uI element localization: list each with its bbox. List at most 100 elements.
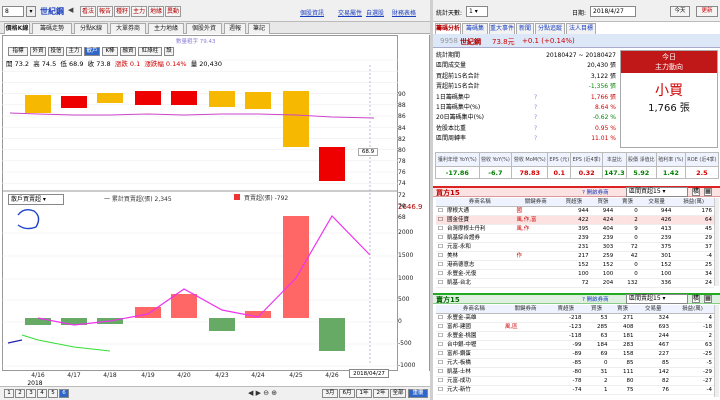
table-row[interactable]: ☐ 永豐金-光復 100 100 0 100 34 <box>436 269 714 279</box>
top-tab-2[interactable]: 種籽 <box>114 6 130 17</box>
prev-arrow-icon[interactable]: ◀ <box>68 6 76 17</box>
buy-expand-icon[interactable]: 橫 <box>692 188 700 196</box>
right-tab-2[interactable]: 重大事件 <box>489 23 515 34</box>
buy-scrollbar[interactable] <box>714 198 719 286</box>
column-header[interactable]: 損益(萬) <box>671 305 714 314</box>
row-checkbox[interactable]: ☐ <box>436 260 445 270</box>
row-checkbox[interactable]: ☐ <box>436 358 445 368</box>
sell-query-link[interactable]: ? 開啟券商 <box>582 295 609 303</box>
table-row[interactable]: ☐ 凱基-士林 -80 31 111 142 -29 <box>436 367 714 377</box>
row-checkbox[interactable]: ☐ <box>436 385 445 395</box>
table-row[interactable]: ☐ 元大-新竹 -74 1 75 76 -4 <box>436 385 714 395</box>
help-icon[interactable]: ? <box>534 113 537 122</box>
top-link-1[interactable]: 交易屬性 <box>338 8 362 17</box>
row-checkbox[interactable]: ☐ <box>436 206 445 216</box>
row-checkbox[interactable]: ☐ <box>436 242 445 252</box>
row-checkbox[interactable]: ☐ <box>436 367 445 377</box>
sell-select[interactable]: 區間賣超15 ▾ <box>626 294 688 304</box>
page-button-4[interactable]: 5 <box>48 389 58 398</box>
sell-grid-icon[interactable]: ▦ <box>704 295 712 303</box>
right-tab-4[interactable]: 分點追蹤 <box>535 23 565 34</box>
table-row[interactable]: ☐ 台灣摩根士丹利 風,作 395 404 9 413 45 <box>436 224 714 234</box>
period-button-1[interactable]: 6月 <box>339 389 355 398</box>
chart-tab-4[interactable]: 主力地緣 <box>148 23 184 34</box>
right-tab-1[interactable]: 籌碼集 <box>462 23 488 34</box>
today-button-2[interactable]: 今天 <box>670 6 690 17</box>
buy-grid-icon[interactable]: ▦ <box>704 188 712 196</box>
chart-tab-0[interactable]: 價格K線 <box>4 23 30 34</box>
indicator-button-1[interactable]: 外資 <box>30 47 46 56</box>
chart-tab-7[interactable]: 筆記 <box>248 23 270 34</box>
table-row[interactable]: ☐ 凱基-台北 72 204 132 336 24 <box>436 278 714 288</box>
column-header[interactable]: 買張 <box>590 198 616 207</box>
top-tab-4[interactable]: 地緣 <box>148 6 164 17</box>
buy-query-link[interactable]: ? 開啟券商 <box>582 188 609 196</box>
top-link-0[interactable]: 個股資訊 <box>300 8 324 17</box>
row-checkbox[interactable]: ☐ <box>436 269 445 279</box>
table-row[interactable]: ☐ 富邦-建國 風,區 -123 285 408 693 -18 <box>436 322 714 332</box>
row-checkbox[interactable]: ☐ <box>436 224 445 234</box>
table-row[interactable]: ☐ 元富-永和 231 303 72 375 37 <box>436 242 714 252</box>
chart-tab-3[interactable]: 大單券商 <box>110 23 146 34</box>
column-header[interactable]: 券商名稱 <box>444 305 503 314</box>
indicator-select[interactable]: 散戶買賣超 ▾ <box>8 194 64 205</box>
chart-tab-5[interactable]: 個股外資 <box>186 23 222 34</box>
row-checkbox[interactable]: ☐ <box>436 251 445 261</box>
chart-tab-2[interactable]: 分點K線 <box>74 23 108 34</box>
indicator-button-6[interactable]: 融資 <box>120 47 136 56</box>
help-icon[interactable]: ? <box>534 93 537 102</box>
date-input[interactable]: 2018/4/27 <box>590 6 636 17</box>
table-row[interactable]: ☐ 摩根大通國 944 944 0 944 176 <box>436 206 714 216</box>
period-button-0[interactable]: 3月 <box>322 389 338 398</box>
indicator-button-7[interactable]: 紅綠柱 <box>138 47 162 56</box>
top-tab-1[interactable]: 報告 <box>97 6 113 17</box>
confirm-button[interactable]: 重覆 <box>408 389 428 398</box>
row-checkbox[interactable]: ☐ <box>436 313 445 323</box>
column-header[interactable]: 交易量 <box>635 305 672 314</box>
stock-code-input[interactable]: 8 <box>2 6 24 17</box>
column-header[interactable]: 損益(萬) <box>673 198 714 207</box>
page-button-2[interactable]: 3 <box>26 389 36 398</box>
zoom-controls[interactable]: ◀ ▶ ⊖ ⊕ <box>248 389 277 397</box>
table-row[interactable]: ☐ 凱基綜合證券 239 239 0 239 29 <box>436 233 714 243</box>
chart-tab-6[interactable]: 週報 <box>224 23 246 34</box>
table-row[interactable]: ☐ 富邦-鑽蛋 -89 69 158 227 -25 <box>436 349 714 359</box>
settings-icon[interactable]: 設 <box>164 47 174 56</box>
column-header[interactable]: 賣超張 <box>547 305 584 314</box>
sell-expand-icon[interactable]: 橫 <box>692 295 700 303</box>
row-checkbox[interactable]: ☐ <box>436 278 445 288</box>
column-header[interactable]: 交易量 <box>639 198 674 207</box>
sell-scrollbar[interactable] <box>714 305 719 397</box>
indicator-button-2[interactable]: 投信 <box>48 47 64 56</box>
column-header[interactable]: 買張 <box>583 305 610 314</box>
column-header[interactable]: 賣張 <box>609 305 636 314</box>
row-checkbox[interactable]: ☐ <box>436 322 445 332</box>
refresh-button[interactable]: 更新 <box>696 6 718 17</box>
table-row[interactable]: ☐ 美林作 217 259 42 301 -4 <box>436 251 714 261</box>
column-header[interactable]: 買超張 <box>557 198 591 207</box>
page-button-5[interactable]: 6 <box>59 389 69 398</box>
top-tab-3[interactable]: 主力 <box>131 6 147 17</box>
top-tab-0[interactable]: 看法 <box>80 6 96 17</box>
row-checkbox[interactable]: ☐ <box>436 331 445 341</box>
right-tab-5[interactable]: 法人目標 <box>566 23 596 34</box>
row-checkbox[interactable]: ☐ <box>436 340 445 350</box>
buy-select[interactable]: 區間買超15 ▾ <box>626 187 688 197</box>
chevron-down-icon[interactable]: ▾ <box>26 6 36 17</box>
top-tab-5[interactable]: 異動 <box>165 6 181 17</box>
right-tab-3[interactable]: 新聞 <box>516 23 534 34</box>
help-icon[interactable]: ? <box>534 124 537 133</box>
row-checkbox[interactable]: ☐ <box>436 349 445 359</box>
row-checkbox[interactable]: ☐ <box>436 215 445 225</box>
row-checkbox[interactable]: ☐ <box>436 233 445 243</box>
table-row[interactable]: ☐ 港商德意志 152 152 0 152 25 <box>436 260 714 270</box>
column-header[interactable]: 關鍵券商 <box>514 198 558 207</box>
help-icon[interactable]: ? <box>534 134 537 143</box>
right-tab-0[interactable]: 籌碼分析 <box>435 23 461 34</box>
table-row[interactable]: ☐ 永豐金-高雄 -218 53 271 324 4 <box>436 313 714 323</box>
period-button-4[interactable]: 全部 <box>390 389 406 398</box>
column-header[interactable]: 關鍵券商 <box>502 305 548 314</box>
table-row[interactable]: ☐ 元富-成功 -78 2 80 82 -27 <box>436 376 714 386</box>
indicator-button-0[interactable]: 指標 <box>8 47 28 56</box>
period-button-3[interactable]: 2年 <box>373 389 389 398</box>
